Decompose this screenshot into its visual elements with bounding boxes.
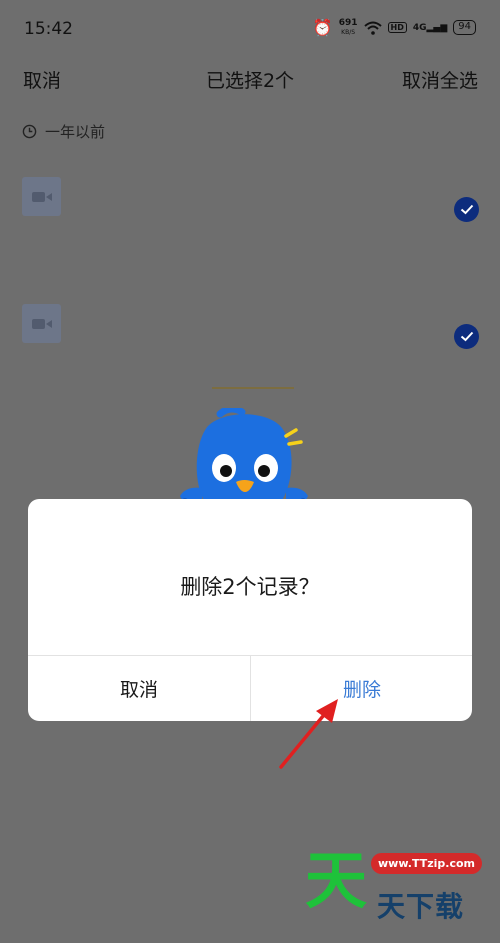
wifi-icon [363,21,382,35]
section-label: 一年以前 [45,123,106,141]
checkbox-checked[interactable] [454,324,479,349]
deselect-all-button[interactable]: 取消全选 [402,66,478,93]
video-icon [22,177,61,216]
top-bar: 取消 已选择2个 取消全选 [0,58,500,102]
alarm-icon: ⏰ [312,18,333,37]
watermark-url: www.TTzip.com [371,853,482,874]
watermark-text: 天下载 [377,890,465,923]
record-row[interactable] [0,160,500,260]
watermark-big-char: 天 [305,844,368,917]
status-icons: ⏰ 691 KB/S HD 4G▂▄▆ 94 [313,18,476,37]
delete-dialog: 删除2个记录？ 取消 删除 [28,499,472,721]
status-bar: 15:42 ⏰ 691 KB/S HD 4G▂▄▆ 94 [0,0,500,60]
net-speed: 691 KB/S [338,17,358,36]
red-arrow-annotation [279,699,338,769]
hd-badge: HD [387,22,407,33]
section-header: 一年以前 [22,121,105,142]
watermark-logo: 天 www.TTzip.com 天下载 [305,845,500,943]
dialog-message: 删除2个记录？ [180,575,320,599]
signal-icon: 4G▂▄▆ [412,22,448,33]
checkbox-checked[interactable] [454,197,479,222]
clock-icon [22,124,37,139]
dialog-cancel-button[interactable]: 取消 [28,656,250,721]
status-time: 15:42 [24,19,73,39]
loading-line [212,387,294,389]
battery-icon: 94 [453,20,476,35]
video-icon [22,304,61,343]
record-row[interactable] [0,287,500,387]
